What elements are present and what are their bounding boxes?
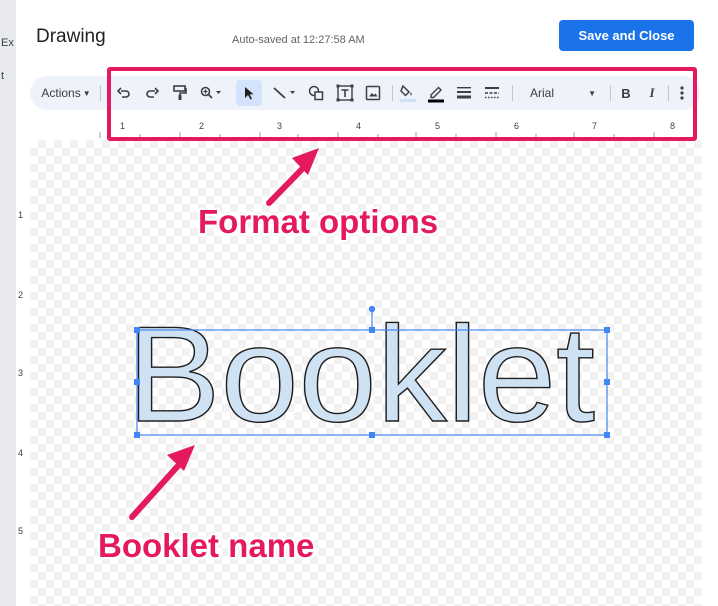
background-app: Ex t [0,0,16,606]
booklet-name-callout: Booklet name [98,527,315,564]
annotation-arrows [129,148,319,520]
background-text: Ex [1,37,14,49]
background-text: t [1,70,5,82]
drawing-dialog: Drawing Auto-saved at 12:27:58 AM Save a… [16,0,718,606]
format-options-callout: Format options [198,203,439,240]
